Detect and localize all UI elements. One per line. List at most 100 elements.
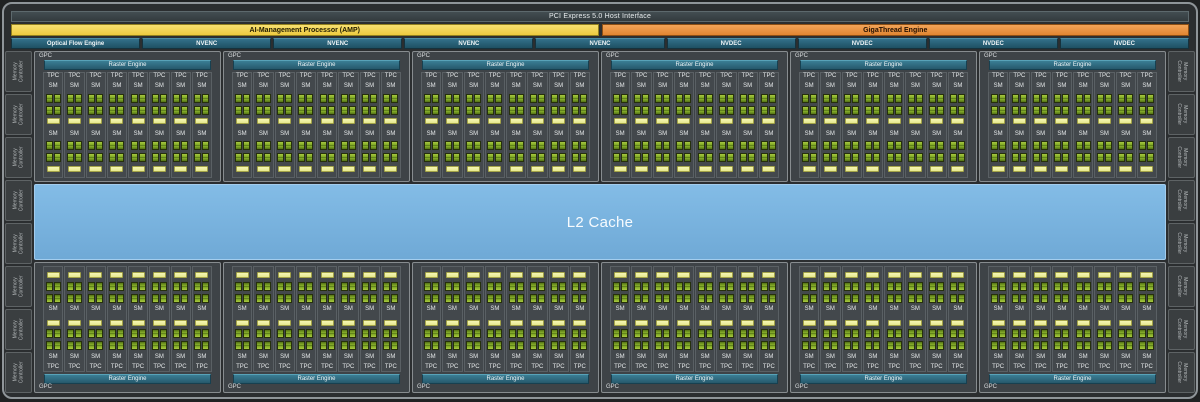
core-block: [370, 293, 378, 303]
core-block: [1139, 153, 1147, 163]
sm-block: SM: [129, 128, 147, 176]
core-block: [151, 153, 159, 163]
core-block: [907, 293, 915, 303]
core-block: [929, 341, 937, 351]
sm-cache-bar: [613, 165, 627, 172]
media-engine-block: NVENC: [535, 38, 665, 49]
core-block: [633, 105, 641, 115]
sm-block: SM: [507, 128, 525, 176]
raster-engine-bar: Raster Engine: [800, 374, 967, 384]
gpc-label: GPC: [417, 384, 431, 390]
sm-cache-bar: [1119, 272, 1133, 279]
core-block: [684, 141, 692, 151]
sm-block: SM: [297, 269, 315, 317]
sm-label: SM: [743, 306, 753, 313]
core-block: [865, 93, 873, 103]
tpc-block: TPC SM SM: [106, 266, 127, 372]
core-block: [865, 141, 873, 151]
core-grid-row: [466, 293, 482, 303]
raster-engine-label: Raster Engine: [864, 376, 903, 382]
core-block: [718, 329, 726, 339]
core-grid-row: [508, 281, 524, 291]
core-block: [1147, 153, 1155, 163]
sm-cache-bar: [509, 319, 523, 326]
sm-cache-bar: [719, 118, 733, 125]
tpc-label: TPC: [488, 364, 501, 370]
sm-cache-bar: [845, 319, 859, 326]
core-grid-row: [844, 93, 860, 103]
sm-label: SM: [176, 130, 186, 137]
core-block: [202, 93, 210, 103]
core-block: [830, 105, 838, 115]
sm-label: SM: [910, 306, 920, 313]
tpc-label: TPC: [446, 364, 459, 370]
core-grid-row: [529, 141, 545, 151]
sm-label: SM: [868, 130, 878, 137]
sm-label: SM: [322, 83, 332, 90]
sm-block: SM: [885, 80, 903, 128]
tpc-label: TPC: [132, 364, 145, 370]
tpc-block: TPC SM SM: [85, 266, 106, 372]
tpc-label: TPC: [930, 364, 943, 370]
core-grid-row: [130, 293, 146, 303]
sm-block: SM: [717, 128, 735, 176]
memory-controller-label: Memory Controller: [12, 190, 25, 212]
core-block: [495, 93, 503, 103]
core-grid-row: [612, 153, 628, 163]
core-block: [466, 293, 474, 303]
core-block: [508, 105, 516, 115]
sm-cache-bar: [363, 118, 377, 125]
core-block: [809, 341, 817, 351]
sm-cache-bar: [278, 118, 292, 125]
sm-label: SM: [679, 306, 689, 313]
sm-block: SM: [382, 269, 400, 317]
core-block: [348, 141, 356, 151]
core-block: [444, 141, 452, 151]
sm-label: SM: [91, 130, 101, 137]
core-block: [391, 93, 399, 103]
sm-label: SM: [91, 306, 101, 313]
sm-label: SM: [1121, 130, 1131, 137]
core-block: [551, 293, 559, 303]
sm-cache-bar: [552, 118, 566, 125]
core-block: [66, 293, 74, 303]
memory-controller-label-line2: Controller: [18, 146, 25, 169]
core-block: [285, 329, 293, 339]
tpc-label: TPC: [384, 73, 397, 79]
sm-cache-bar: [552, 319, 566, 326]
core-block: [194, 105, 202, 115]
sm-cache-bar: [278, 319, 292, 326]
sm-block: SM: [1095, 128, 1113, 176]
core-block: [655, 293, 663, 303]
core-block: [1126, 281, 1134, 291]
core-block: [234, 341, 242, 351]
memory-controller-label-line1: Memory: [1181, 148, 1188, 167]
core-block: [809, 141, 817, 151]
core-block: [990, 281, 998, 291]
core-grid-row: [130, 105, 146, 115]
core-block: [1041, 329, 1049, 339]
sm-cache-bar: [1140, 319, 1154, 326]
core-block: [1011, 281, 1019, 291]
core-block: [1104, 293, 1112, 303]
core-block: [663, 293, 671, 303]
tpc-block: TPC SM SM: [673, 72, 694, 178]
sm-cache-bar: [802, 165, 816, 172]
core-grid-row: [1033, 141, 1049, 151]
core-block: [202, 281, 210, 291]
core-block: [1126, 329, 1134, 339]
sm-cache-bar: [1076, 319, 1090, 326]
core-grid-row: [1033, 93, 1049, 103]
core-grid-row: [109, 341, 125, 351]
core-grid-row: [865, 141, 881, 151]
core-block: [865, 293, 873, 303]
core-grid-row: [950, 281, 966, 291]
core-grid-row: [487, 105, 503, 115]
sm-label: SM: [953, 306, 963, 313]
sm-label: SM: [1142, 130, 1152, 137]
core-block: [1062, 329, 1070, 339]
core-grid-row: [865, 329, 881, 339]
core-grid-row: [740, 281, 756, 291]
core-block: [830, 153, 838, 163]
core-grid-row: [298, 293, 314, 303]
